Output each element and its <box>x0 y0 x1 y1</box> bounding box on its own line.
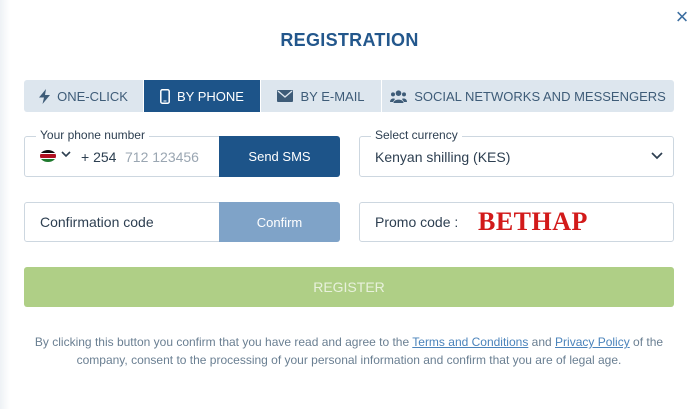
currency-value: Kenyan shilling (KES) <box>375 149 511 165</box>
tab-label: BY E-MAIL <box>300 88 365 104</box>
tab-label: SOCIAL NETWORKS AND MESSENGERS <box>414 88 666 104</box>
country-code: + 254 <box>81 149 117 165</box>
promo-code-value: BETHAP <box>478 207 588 236</box>
confirmation-code-label: Confirmation code <box>40 214 154 230</box>
phone-number-legend: Your phone number <box>36 128 149 142</box>
tab-label: BY PHONE <box>177 88 244 104</box>
chevron-down-icon <box>651 152 663 160</box>
tab-label: ONE-CLICK <box>57 88 128 104</box>
send-sms-button[interactable]: Send SMS <box>219 136 340 177</box>
tab-social-networks[interactable]: SOCIAL NETWORKS AND MESSENGERS <box>382 80 674 112</box>
phone-icon <box>160 88 170 104</box>
promo-code-label: Promo code : <box>375 214 459 230</box>
kenya-flag-icon[interactable] <box>40 150 56 162</box>
currency-legend: Select currency <box>371 128 462 142</box>
promo-code-field[interactable]: Promo code : BETHAP <box>359 202 674 242</box>
phone-number-field: Your phone number + 254 Send SMS <box>24 128 340 177</box>
confirm-button[interactable]: Confirm <box>219 202 340 242</box>
currency-select[interactable]: Select currency Kenyan shilling (KES) <box>359 128 674 177</box>
lightning-icon <box>39 88 51 104</box>
tab-by-email[interactable]: BY E-MAIL <box>261 80 381 112</box>
privacy-link[interactable]: Privacy Policy <box>555 335 630 349</box>
legal-text: By clicking this button you confirm that… <box>34 335 413 349</box>
terms-link[interactable]: Terms and Conditions <box>412 335 528 349</box>
envelope-icon <box>277 90 294 102</box>
phone-input[interactable] <box>125 147 223 167</box>
legal-notice: By clicking this button you confirm that… <box>24 333 674 369</box>
confirmation-code-field[interactable]: Confirmation code Confirm <box>24 202 340 242</box>
users-icon <box>390 89 408 103</box>
chevron-down-icon[interactable] <box>61 151 71 158</box>
registration-tabs: ONE-CLICK BY PHONE BY E-MAIL SOCIAL NETW… <box>24 80 674 112</box>
legal-text: and <box>528 335 556 349</box>
page-title: REGISTRATION <box>280 30 419 50</box>
register-button[interactable]: REGISTER <box>24 267 674 307</box>
backdrop-edge <box>0 0 10 409</box>
tab-one-click[interactable]: ONE-CLICK <box>24 80 143 112</box>
close-icon[interactable]: × <box>672 6 692 28</box>
tab-by-phone[interactable]: BY PHONE <box>144 80 260 112</box>
